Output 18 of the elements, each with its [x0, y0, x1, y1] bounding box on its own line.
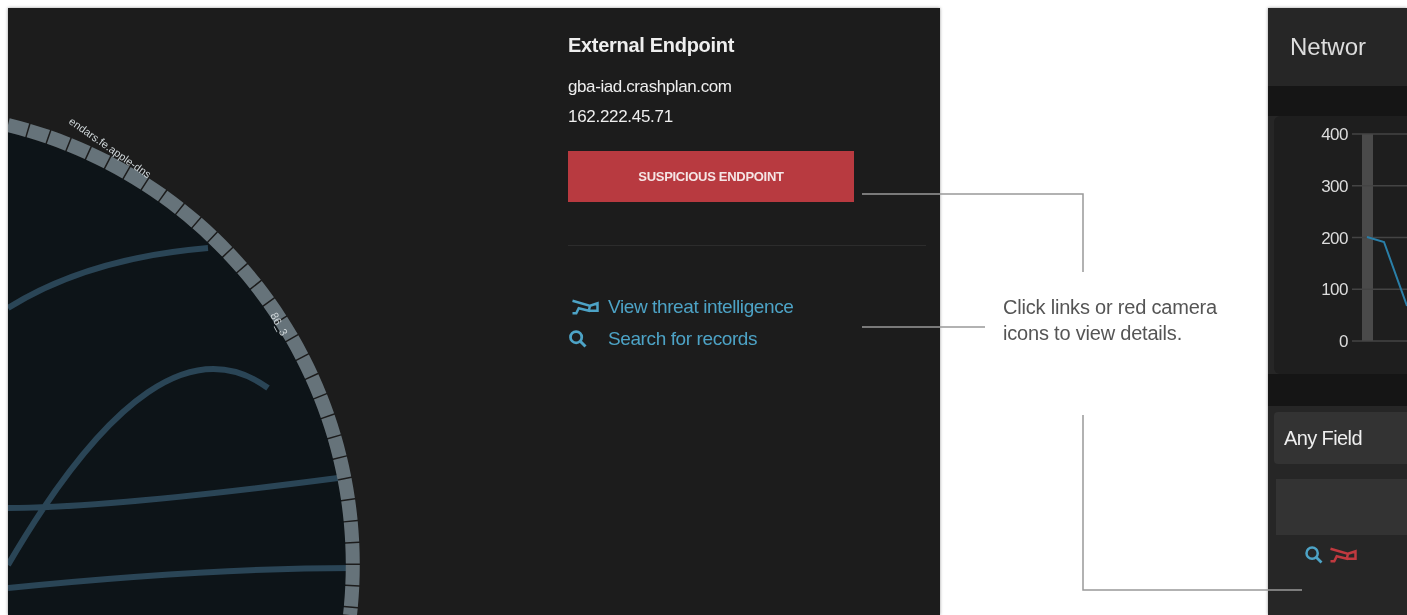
- panel-title: Networ: [1290, 33, 1367, 61]
- link[interactable]: View threat intelligence: [608, 296, 794, 318]
- search-icon[interactable]: [1304, 545, 1324, 565]
- callout-text: Click links or red camera icons to view details.: [1003, 295, 1218, 346]
- suspicious-endpoint-badge: SUSPICIOUS ENDPOINT: [568, 151, 854, 202]
- chord-label: 86_3: [268, 310, 291, 338]
- endpoint-title: External Endpoint: [568, 34, 736, 57]
- search-icon[interactable]: [568, 329, 588, 349]
- axis-tick-label: 300: [1321, 176, 1348, 196]
- axis-tick-label: 100: [1321, 280, 1348, 300]
- field-dropdown[interactable]: Any Field: [1274, 412, 1407, 464]
- camera-icon[interactable]: [1328, 545, 1358, 565]
- axis-tick-label: 200: [1321, 228, 1348, 248]
- hostname-text: gba-iad.crashplan.com: [568, 77, 733, 97]
- axis-tick-label: 0: [1339, 332, 1348, 351]
- axis-tick-label: 400: [1321, 125, 1348, 144]
- ip-address-text: 162.222.45.71: [568, 107, 674, 127]
- link[interactable]: Search for records: [608, 328, 758, 350]
